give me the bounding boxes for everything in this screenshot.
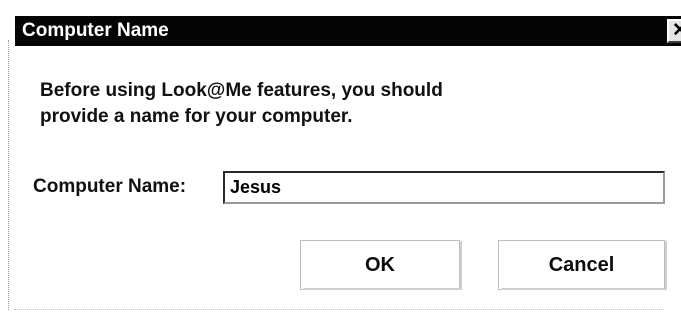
message-line-1: Before using Look@Me features, you shoul… (40, 80, 443, 101)
close-button[interactable]: ✕ (667, 19, 681, 43)
dialog-left-border (8, 40, 9, 310)
cancel-button[interactable]: Cancel (498, 240, 665, 290)
ok-button[interactable]: OK (300, 240, 460, 290)
dialog-message: Before using Look@Me features, you shoul… (40, 78, 600, 130)
computer-name-input[interactable] (223, 171, 665, 204)
close-icon: ✕ (672, 20, 681, 41)
computer-name-label: Computer Name: (33, 176, 187, 197)
dialog-bottom-border (14, 309, 664, 310)
dialog-title: Computer Name (22, 20, 169, 41)
message-line-2: provide a name for your computer. (40, 106, 353, 127)
title-bar[interactable]: Computer Name ✕ (15, 16, 681, 46)
computer-name-dialog: Computer Name ✕ Before using Look@Me fea… (0, 0, 681, 320)
